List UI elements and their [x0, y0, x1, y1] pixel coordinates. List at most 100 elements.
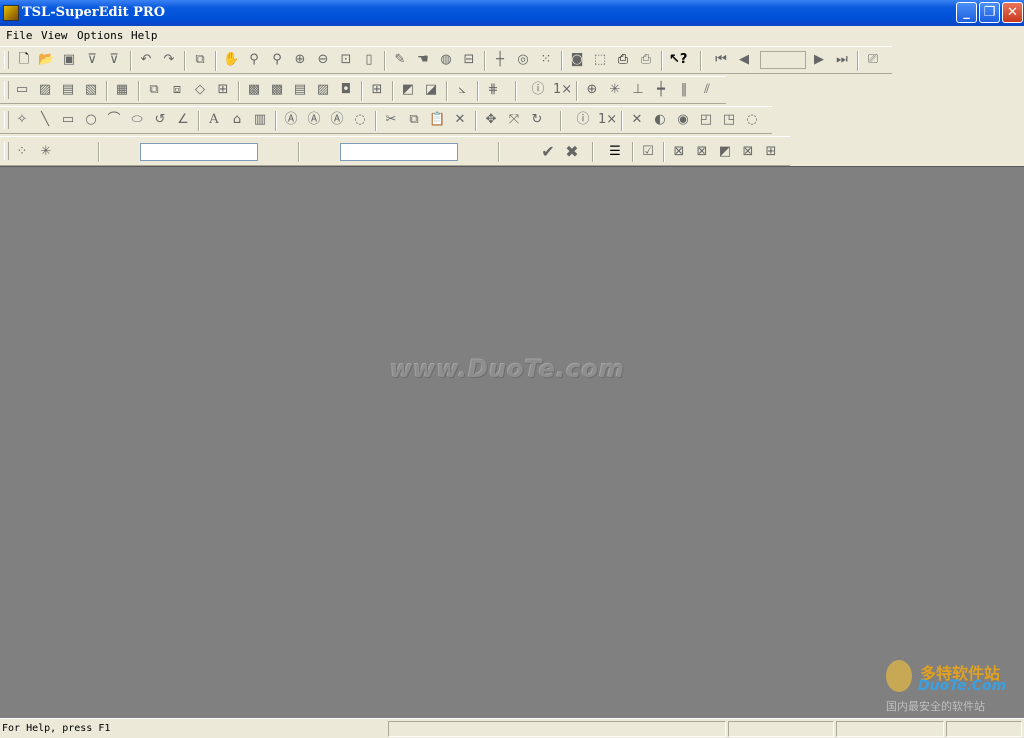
- filter-edit-icon[interactable]: ⊽: [106, 52, 122, 68]
- frame-picture-icon[interactable]: ▧: [83, 82, 99, 98]
- snap-node-icon[interactable]: ┿: [653, 82, 669, 98]
- arc-icon[interactable]: ⌒: [106, 112, 122, 128]
- balloon-icon[interactable]: ◍: [438, 52, 454, 68]
- open-folder-icon[interactable]: 📂: [38, 52, 54, 68]
- zoom-out-icon[interactable]: ⊖: [315, 52, 331, 68]
- frame-rect-icon[interactable]: ▭: [14, 82, 30, 98]
- pattern-1-icon[interactable]: ⊠: [671, 144, 687, 160]
- pattern-4-icon[interactable]: ⊠: [740, 144, 756, 160]
- redo-icon[interactable]: ↷: [161, 52, 177, 68]
- align-left-icon[interactable]: ▩: [246, 82, 262, 98]
- close-button[interactable]: ✕: [1002, 2, 1023, 23]
- snap-parallel-icon[interactable]: ‖: [676, 82, 692, 98]
- rectangle-icon[interactable]: ▭: [60, 112, 76, 128]
- rotate-icon[interactable]: ↻: [529, 112, 545, 128]
- zoom-extents-icon[interactable]: ⊡: [338, 52, 354, 68]
- cut-icon[interactable]: ✂: [383, 112, 399, 128]
- align-right-icon[interactable]: ▤: [292, 82, 308, 98]
- page-number-field[interactable]: [760, 51, 806, 69]
- minimize-button[interactable]: _: [956, 2, 977, 23]
- menu-view[interactable]: View: [41, 29, 68, 42]
- page-icon[interactable]: ▯: [361, 52, 377, 68]
- arch-text-icon[interactable]: ⌂: [229, 112, 245, 128]
- filter-icon[interactable]: ⊽: [84, 52, 100, 68]
- hand-icon[interactable]: ☚: [415, 52, 431, 68]
- mirror-v-icon[interactable]: ◪: [423, 82, 439, 98]
- pattern-3-icon[interactable]: ◩: [717, 144, 733, 160]
- text-style-icon[interactable]: Ⓐ: [283, 112, 299, 128]
- move-icon[interactable]: ✥: [483, 112, 499, 128]
- distribute-icon[interactable]: ⊞: [369, 82, 385, 98]
- circle-select-icon[interactable]: ◎: [515, 52, 531, 68]
- grid-pattern-icon[interactable]: ▦: [114, 82, 130, 98]
- zoom-icon[interactable]: ⚲: [246, 52, 262, 68]
- circle-icon[interactable]: ○: [83, 112, 99, 128]
- measure-icon[interactable]: ⦣: [454, 82, 470, 98]
- snap-mid-icon[interactable]: ⊥: [630, 82, 646, 98]
- cancel-icon[interactable]: ✖: [564, 144, 580, 160]
- scale-1x-icon[interactable]: 1×: [553, 82, 572, 98]
- first-page-icon[interactable]: ⏮: [713, 52, 729, 68]
- undo-icon[interactable]: ↶: [138, 52, 154, 68]
- snap-end-icon[interactable]: ◐: [652, 112, 668, 128]
- next-page-icon[interactable]: ▶: [811, 52, 827, 68]
- frame-image-icon[interactable]: ▨: [37, 82, 53, 98]
- pan-hand-icon[interactable]: ✋: [223, 52, 239, 68]
- snap-perp-icon[interactable]: ◳: [721, 112, 737, 128]
- group-icon[interactable]: ⊞: [215, 82, 231, 98]
- app-icon[interactable]: [3, 5, 19, 21]
- rotate-shape-icon[interactable]: ◇: [192, 82, 208, 98]
- line-icon[interactable]: ╲: [37, 112, 53, 128]
- scale-1x-2-icon[interactable]: 1×: [598, 112, 617, 128]
- toolbar-grip[interactable]: [4, 111, 9, 129]
- snap-point-icon[interactable]: ✳: [607, 82, 623, 98]
- pattern-5-icon[interactable]: ⊞: [763, 144, 779, 160]
- toolbar-grip[interactable]: [4, 51, 9, 69]
- prev-page-icon[interactable]: ◀: [736, 52, 752, 68]
- snap-quadrant-icon[interactable]: ◰: [698, 112, 714, 128]
- callout-icon[interactable]: ◌: [352, 112, 368, 128]
- workspace-area[interactable]: www.DuoTe.com 多特软件站 DuoTe.Com 国内最安全的软件站: [0, 166, 1024, 718]
- print-icon[interactable]: ⎙: [615, 52, 631, 68]
- print-preview-icon[interactable]: ⎙: [638, 52, 654, 68]
- ellipse-icon[interactable]: ⬭: [129, 112, 145, 128]
- property-field-2[interactable]: [340, 143, 458, 161]
- toolbar-grip[interactable]: [4, 142, 9, 160]
- menu-options[interactable]: Options: [77, 29, 123, 42]
- copy-icon[interactable]: ⧉: [192, 52, 208, 68]
- barcode-icon[interactable]: ▥: [252, 112, 268, 128]
- check-box-icon[interactable]: ☑: [640, 144, 656, 160]
- send-back-icon[interactable]: ⧈: [169, 82, 185, 98]
- settings-icon[interactable]: ⎚: [865, 52, 881, 68]
- align-bottom-icon[interactable]: ◘: [338, 82, 354, 98]
- target-icon[interactable]: ⊕: [584, 82, 600, 98]
- fill-icon[interactable]: ◙: [569, 52, 585, 68]
- restore-button[interactable]: ❐: [979, 2, 1000, 23]
- dots-select-icon[interactable]: ⁙: [538, 52, 554, 68]
- copy-object-icon[interactable]: ⧉: [406, 112, 422, 128]
- snap-tangent-icon[interactable]: ◌: [744, 112, 760, 128]
- property-list-icon[interactable]: ☰: [607, 144, 623, 160]
- last-page-icon[interactable]: ⏭: [834, 52, 850, 68]
- info-circle-icon[interactable]: ⓘ: [530, 82, 546, 98]
- new-file-icon[interactable]: 🗋: [16, 52, 32, 68]
- snap-angle-icon[interactable]: ⫽: [699, 82, 715, 98]
- frame-text-icon[interactable]: ▤: [60, 82, 76, 98]
- text-circle-icon[interactable]: Ⓐ: [306, 112, 322, 128]
- confirm-icon[interactable]: ✔: [540, 144, 556, 160]
- crosshair-icon[interactable]: ┼: [492, 52, 508, 68]
- mirror-h-icon[interactable]: ◩: [400, 82, 416, 98]
- frame-icon[interactable]: ⬚: [592, 52, 608, 68]
- pattern-2-icon[interactable]: ⊠: [694, 144, 710, 160]
- property-field-1[interactable]: [140, 143, 258, 161]
- align-top-icon[interactable]: ▨: [315, 82, 331, 98]
- delete-icon[interactable]: ✕: [452, 112, 468, 128]
- intersect-icon[interactable]: ✕: [629, 112, 645, 128]
- menu-file[interactable]: File: [6, 29, 33, 42]
- bring-front-icon[interactable]: ⧉: [146, 82, 162, 98]
- point-icon[interactable]: ✧: [14, 112, 30, 128]
- text-icon[interactable]: A: [206, 112, 222, 128]
- snap-center-icon[interactable]: ◉: [675, 112, 691, 128]
- zoom-in-icon[interactable]: ⊕: [292, 52, 308, 68]
- align-center-icon[interactable]: ▩: [269, 82, 285, 98]
